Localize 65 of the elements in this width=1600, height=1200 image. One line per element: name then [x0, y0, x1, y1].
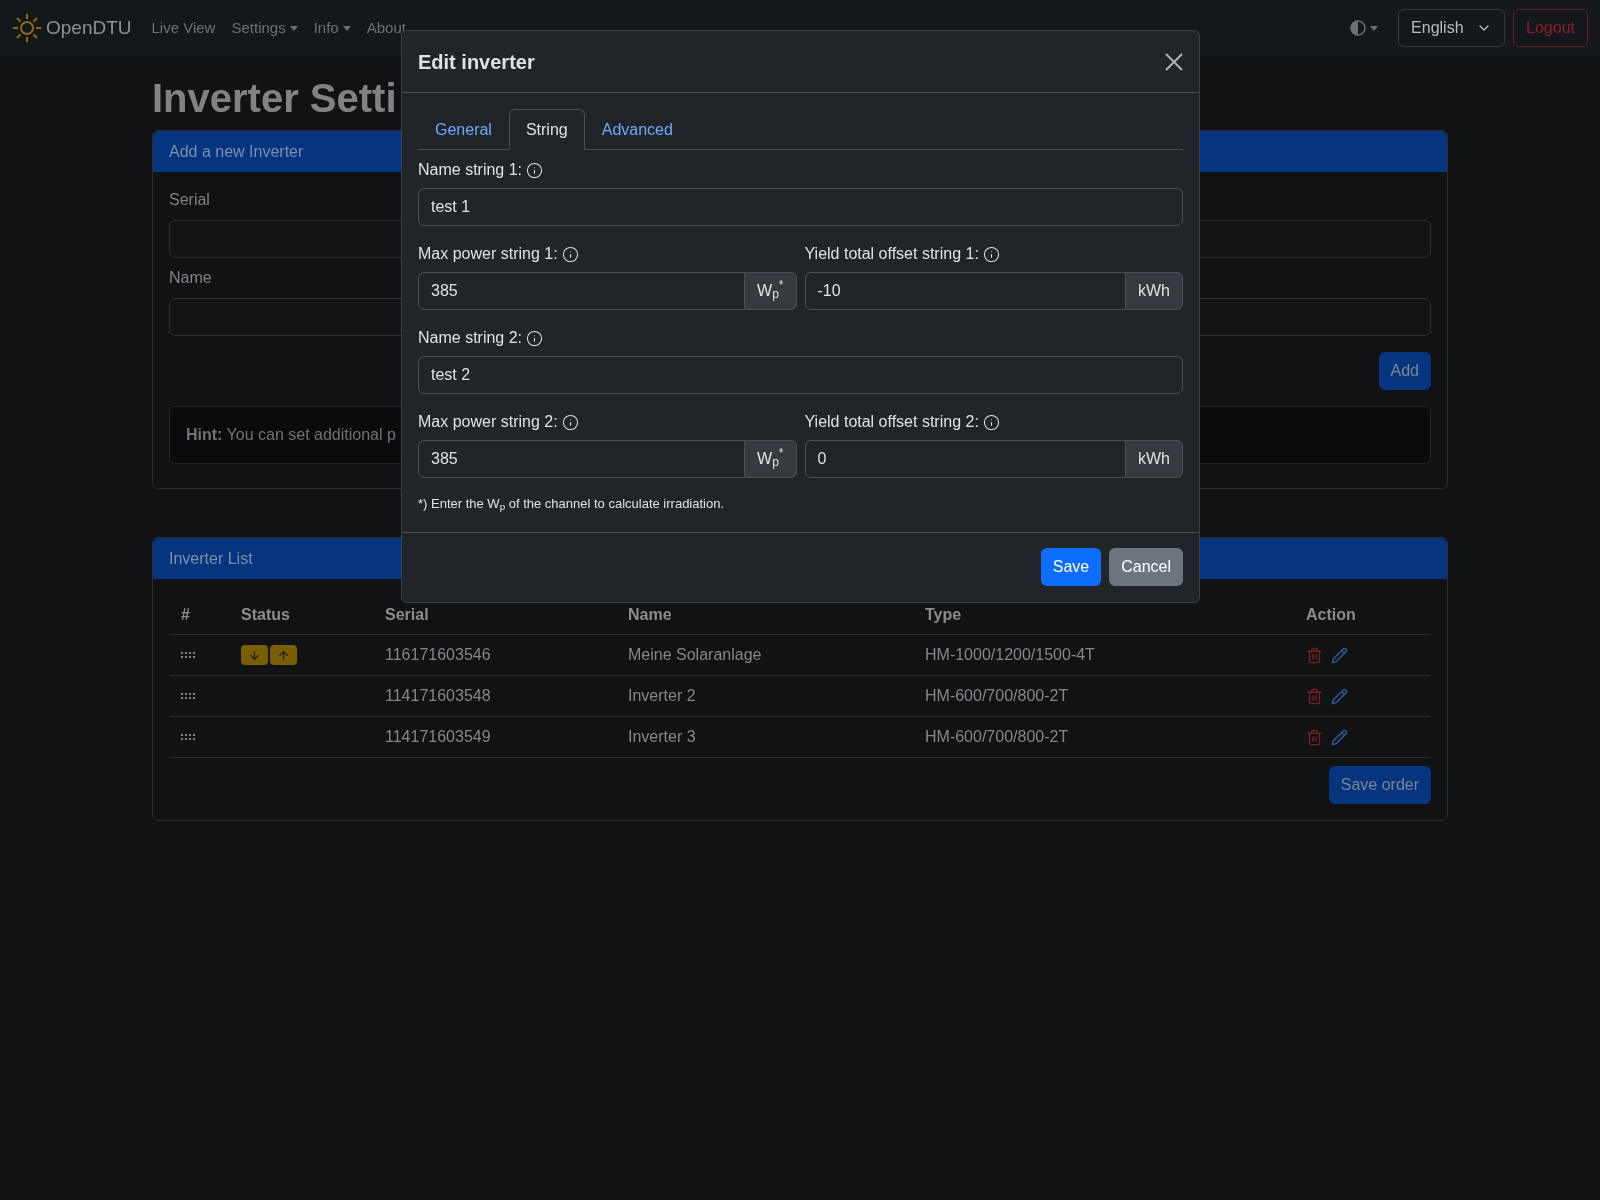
column-header: Serial — [384, 604, 430, 625]
info-icon[interactable] — [982, 245, 1000, 263]
brand-name[interactable]: OpenDTU — [46, 13, 132, 43]
info-icon[interactable] — [561, 413, 579, 431]
save-button[interactable]: Save — [1040, 548, 1102, 586]
field-label: Yield total offset string 1: — [804, 244, 979, 264]
column-header: # — [180, 604, 191, 625]
drag-handle-icon[interactable] — [181, 693, 195, 699]
table-cell-text: Meine Solaranlage — [627, 645, 763, 665]
edit-icon[interactable] — [1331, 728, 1348, 746]
input-field[interactable]: 0 — [804, 440, 1126, 478]
hint-text: Hint: You can set additional p — [186, 425, 396, 445]
field-label: Name — [169, 268, 212, 288]
field-label: Yield total offset string 2: — [804, 412, 979, 432]
theme-button[interactable] — [1350, 20, 1379, 36]
info-icon[interactable] — [526, 161, 544, 179]
drag-handle-icon[interactable] — [181, 652, 195, 658]
column-header: Status — [240, 604, 291, 625]
info-icon[interactable] — [561, 245, 579, 263]
arrow-down-icon — [248, 648, 261, 662]
column-header: Name — [627, 604, 673, 625]
drag-handle-icon[interactable] — [181, 734, 195, 740]
unit-label: kWh — [1126, 440, 1183, 478]
cancel-button[interactable]: Cancel — [1109, 548, 1183, 586]
nav-link[interactable]: Settings — [231, 16, 298, 40]
input-field[interactable]: 385 — [418, 440, 746, 478]
edit-icon[interactable] — [1331, 687, 1348, 705]
table-cell-text: Inverter 3 — [627, 727, 697, 747]
edit-icon[interactable] — [1331, 646, 1348, 664]
footnote: *) Enter the W$_{p}$ of the channel to calculate irradiation. — [418, 495, 726, 514]
dialog-title: Edit inverter — [418, 49, 535, 75]
caret-icon — [1370, 25, 1379, 31]
language-select[interactable]: English — [1398, 9, 1506, 47]
input-field[interactable]: test 2 — [418, 356, 1183, 394]
info-icon[interactable] — [526, 329, 544, 347]
field-label: Name string 2: — [418, 328, 523, 348]
unit-label: kWh — [1126, 272, 1183, 310]
nav-link[interactable]: Info — [313, 16, 351, 40]
close-button[interactable] — [1165, 52, 1183, 71]
field-label: Serial — [169, 190, 210, 210]
arrow-up-icon — [277, 648, 290, 662]
contrast-icon — [1350, 20, 1367, 36]
table-cell-text: 114171603549 — [384, 727, 492, 747]
field-label: Max power string 1: — [418, 244, 558, 264]
sun-icon — [12, 13, 42, 43]
info-icon[interactable] — [982, 413, 1000, 431]
input-field[interactable]: -10 — [804, 272, 1126, 310]
column-header: Type — [924, 604, 963, 625]
close-icon — [1165, 52, 1183, 71]
input-field[interactable]: test 1 — [418, 188, 1183, 226]
caret-icon — [342, 25, 351, 31]
table-cell-text: HM-1000/1200/1500-4T — [924, 645, 1096, 665]
table-cell-text: 114171603548 — [384, 686, 492, 706]
nav-link[interactable]: About — [366, 16, 406, 40]
column-header: Action — [1305, 604, 1357, 625]
table-cell-text: 116171603546 — [384, 645, 492, 665]
field-label: Max power string 2: — [418, 412, 558, 432]
table-cell-text: HM-600/700/800-2T — [924, 686, 1070, 706]
table-cell-text: Inverter 2 — [627, 686, 697, 706]
nav-link[interactable]: Live View — [151, 16, 216, 40]
input-field[interactable]: 385 — [418, 272, 746, 310]
table-cell-text: HM-600/700/800-2T — [924, 727, 1070, 747]
caret-icon — [289, 25, 298, 31]
page-title: Inverter Setti — [152, 75, 398, 122]
tab[interactable]: String — [508, 109, 585, 150]
